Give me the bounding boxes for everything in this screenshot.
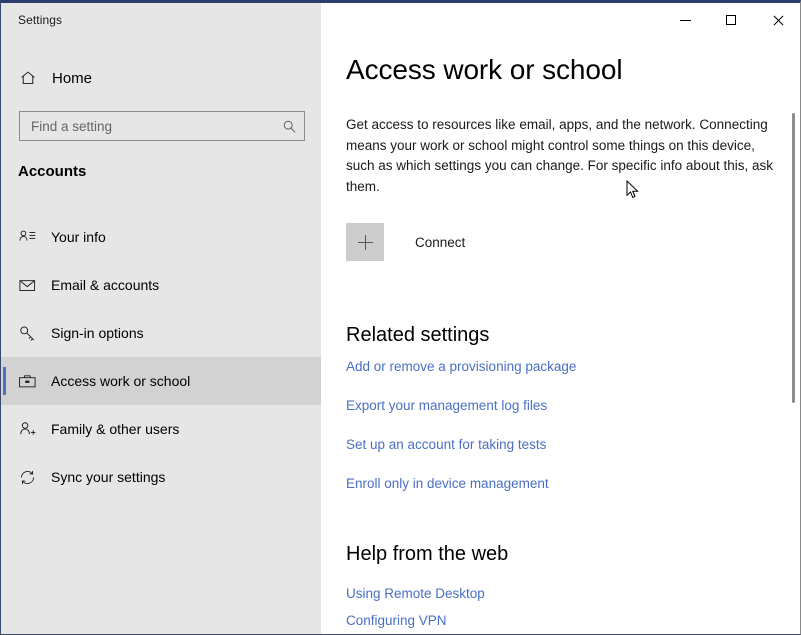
envelope-icon xyxy=(16,276,38,295)
sidebar-item-sign-in-options[interactable]: Sign-in options xyxy=(1,309,321,357)
user-add-icon xyxy=(16,420,38,439)
minimize-icon xyxy=(680,20,691,21)
search-box[interactable] xyxy=(19,111,305,141)
connect-tile xyxy=(346,223,384,261)
link-set-up-account-for-taking-tests[interactable]: Set up an account for taking tests xyxy=(346,437,546,452)
sidebar-item-home[interactable]: Home xyxy=(1,62,321,94)
search-button[interactable] xyxy=(274,112,304,140)
maximize-button[interactable] xyxy=(708,3,754,37)
scrollbar-thumb[interactable] xyxy=(792,113,795,403)
link-using-remote-desktop[interactable]: Using Remote Desktop xyxy=(346,586,485,601)
link-add-or-remove-provisioning-package[interactable]: Add or remove a provisioning package xyxy=(346,359,576,374)
sidebar-item-label: Sync your settings xyxy=(51,469,165,485)
user-info-icon xyxy=(16,228,38,247)
help-from-web-heading: Help from the web xyxy=(346,543,508,566)
main-content: Access work or school Get access to reso… xyxy=(321,6,800,634)
title-bar: Settings xyxy=(1,3,800,40)
sidebar-item-label: Access work or school xyxy=(51,373,190,389)
sidebar-item-label: Family & other users xyxy=(51,421,179,437)
sidebar-item-label: Email & accounts xyxy=(51,277,159,293)
sidebar-item-label: Sign-in options xyxy=(51,325,144,341)
minimize-button[interactable] xyxy=(662,3,708,37)
link-enroll-only-in-device-management[interactable]: Enroll only in device management xyxy=(346,476,549,491)
link-configuring-vpn[interactable]: Configuring VPN xyxy=(346,613,447,628)
close-icon xyxy=(772,15,783,26)
sidebar-item-your-info[interactable]: Your info xyxy=(1,213,321,261)
window-controls xyxy=(662,3,800,37)
briefcase-icon xyxy=(16,372,38,391)
search-icon xyxy=(282,119,297,134)
sidebar-item-family-other-users[interactable]: Family & other users xyxy=(1,405,321,453)
link-export-management-log-files[interactable]: Export your management log files xyxy=(346,398,547,413)
connect-button[interactable]: Connect xyxy=(346,223,465,261)
page-description: Get access to resources like email, apps… xyxy=(346,115,778,197)
settings-window: Settings Home xyxy=(0,0,801,635)
search-input[interactable] xyxy=(20,119,274,134)
sidebar-section-title: Accounts xyxy=(18,163,86,180)
page-title: Access work or school xyxy=(346,54,622,86)
related-settings-heading: Related settings xyxy=(346,324,489,347)
sidebar-item-label: Your info xyxy=(51,229,106,245)
sidebar-item-email-accounts[interactable]: Email & accounts xyxy=(1,261,321,309)
window-title: Settings xyxy=(18,13,62,27)
sidebar-item-sync-your-settings[interactable]: Sync your settings xyxy=(1,453,321,501)
home-icon xyxy=(18,69,38,87)
sync-icon xyxy=(16,468,38,487)
sidebar: Home Accounts xyxy=(1,3,321,635)
key-icon xyxy=(16,324,38,343)
close-button[interactable] xyxy=(754,3,800,37)
plus-icon xyxy=(358,235,373,250)
maximize-icon xyxy=(726,15,736,25)
vertical-scrollbar[interactable] xyxy=(791,110,796,634)
sidebar-nav-list: Your info Email & accounts xyxy=(1,213,321,501)
sidebar-item-home-label: Home xyxy=(52,70,92,87)
connect-button-label: Connect xyxy=(415,235,465,250)
sidebar-item-access-work-or-school[interactable]: Access work or school xyxy=(1,357,321,405)
